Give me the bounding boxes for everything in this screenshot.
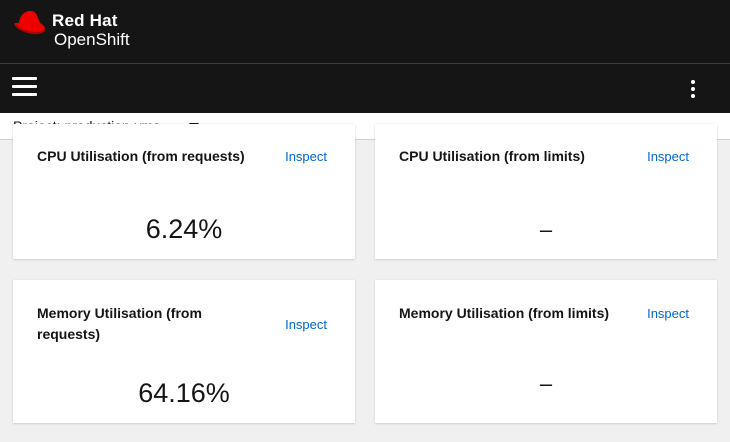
brand-name: Red Hat bbox=[52, 11, 118, 30]
toolbar bbox=[0, 64, 730, 113]
redhat-fedora-icon bbox=[14, 11, 45, 36]
metric-value: 6.24% bbox=[145, 214, 223, 244]
hamburger-icon[interactable] bbox=[12, 77, 37, 99]
kebab-icon[interactable] bbox=[688, 80, 698, 98]
card-title: Memory Utilisation (from requests) bbox=[37, 305, 202, 342]
metric-value: – bbox=[539, 217, 553, 242]
redhat-openshift-logo[interactable]: Red Hat OpenShift bbox=[12, 10, 130, 48]
metric-value: 64.16% bbox=[138, 378, 230, 408]
card-title: CPU Utilisation (from requests) bbox=[37, 148, 245, 164]
inspect-link[interactable]: Inspect bbox=[647, 146, 689, 167]
memory-limits-card: Memory Utilisation (from limits) Inspect… bbox=[375, 280, 717, 423]
card-title: CPU Utilisation (from limits) bbox=[399, 148, 585, 164]
product-name: OpenShift bbox=[54, 30, 130, 49]
card-title: Memory Utilisation (from limits) bbox=[399, 305, 610, 321]
cpu-requests-card: CPU Utilisation (from requests) Inspect … bbox=[13, 124, 355, 259]
inspect-link[interactable]: Inspect bbox=[285, 146, 327, 167]
metric-value: – bbox=[539, 371, 553, 396]
masthead: Red Hat OpenShift bbox=[0, 0, 730, 64]
inspect-link[interactable]: Inspect bbox=[285, 314, 327, 335]
inspect-link[interactable]: Inspect bbox=[647, 303, 689, 324]
memory-requests-card: Memory Utilisation (from requests) Inspe… bbox=[13, 280, 355, 423]
cpu-limits-card: CPU Utilisation (from limits) Inspect – bbox=[375, 124, 717, 259]
